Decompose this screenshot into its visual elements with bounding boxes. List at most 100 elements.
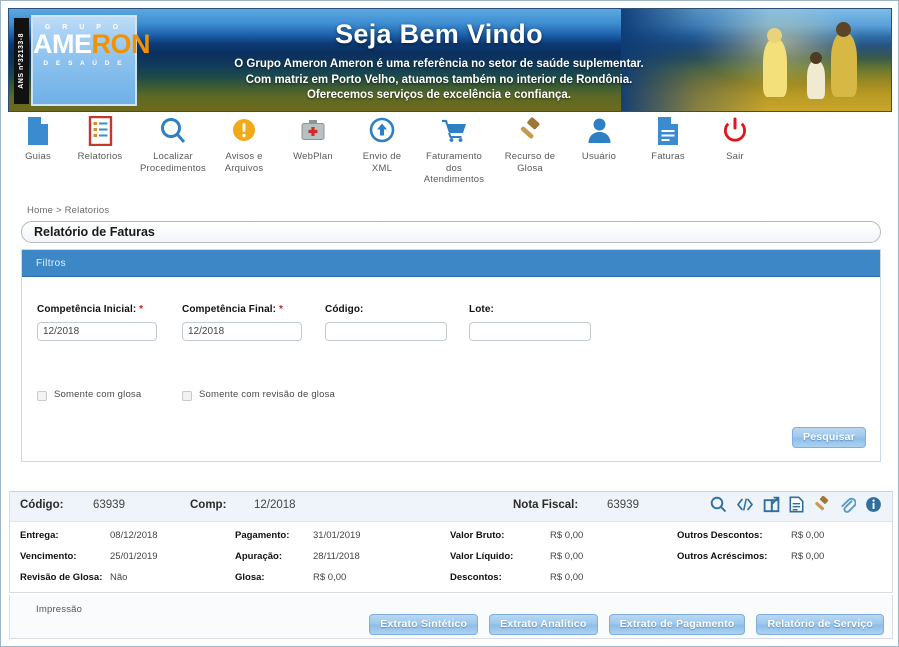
nav-label-faturamento-atendimentos: Faturamento dos Atendimentos (423, 151, 485, 185)
valor-bruto-label: Valor Bruto: (450, 530, 505, 541)
breadcrumb-home-link[interactable]: Home (27, 205, 53, 216)
external-link-icon[interactable] (763, 496, 780, 513)
logo-main-text: AMERON (33, 29, 150, 59)
print-footer: Impressão Extrato Sintético Extrato Anal… (9, 595, 893, 639)
nav-item-guias[interactable]: Guias (9, 115, 67, 163)
pagamento-label: Pagamento: (235, 530, 290, 541)
gavel-icon[interactable] (813, 496, 830, 513)
checkbox-somente-com-revisao-de-glosa[interactable]: Somente com revisão de glosa (182, 389, 412, 401)
glosa-label: Glosa: (235, 572, 265, 583)
pagamento-value: 31/01/2019 (313, 530, 361, 541)
nav-item-sair[interactable]: Sair (703, 115, 767, 163)
document-lines-icon[interactable] (789, 496, 804, 513)
required-marker: * (278, 304, 283, 315)
search-icon (159, 115, 187, 147)
impressao-label: Impressão (36, 604, 83, 615)
banner-text-block: Seja Bem Vindo O Grupo Ameron Ameron é u… (169, 19, 709, 104)
breadcrumb-separator: > (56, 205, 62, 216)
nav-label-guias: Guias (25, 151, 51, 162)
filters-panel-body: Competência Inicial: * Competência Final… (22, 277, 880, 462)
nav-item-recurso-glosa[interactable]: Recurso de Glosa (495, 115, 565, 174)
nav-label-envio-xml: Envio de XML (362, 151, 402, 174)
main-navigation: Guias Relatorios Localizar Procedimentos… (9, 115, 891, 195)
nav-item-relatorios[interactable]: Relatorios (67, 115, 133, 163)
document-icon (26, 115, 50, 147)
nav-item-webplan[interactable]: WebPlan (275, 115, 351, 163)
nav-label-recurso-glosa: Recurso de Glosa (504, 151, 556, 174)
field-competencia-inicial: Competência Inicial: * (37, 304, 157, 341)
nav-item-usuario[interactable]: Usuário (565, 115, 633, 163)
checkbox-box[interactable] (37, 391, 47, 401)
nota-fiscal-label: Nota Fiscal: (513, 499, 579, 511)
nota-fiscal-value: 63939 (607, 499, 639, 511)
label-lote: Lote: (469, 304, 494, 315)
extrato-analitico-button[interactable]: Extrato Analítico (489, 614, 598, 635)
codigo-input[interactable] (325, 322, 447, 341)
invoice-icon (656, 115, 680, 147)
nav-label-webplan: WebPlan (293, 151, 333, 162)
ans-registration-text: ANS nº32133-8 (18, 33, 25, 89)
revisao-de-glosa-label: Revisão de Glosa: (20, 572, 103, 583)
relatorio-servico-button[interactable]: Relatório de Serviço (756, 614, 884, 635)
breadcrumb-current-link[interactable]: Relatorios (65, 205, 110, 216)
paperclip-icon[interactable] (839, 496, 856, 513)
banner-line-3: Oferecemos serviços de excelência e conf… (306, 89, 571, 101)
field-lote: Lote: (469, 304, 591, 341)
info-icon[interactable] (865, 496, 882, 513)
required-marker: * (139, 304, 144, 315)
logo-bottom-text: D E S A Ú D E (43, 60, 125, 67)
vencimento-label: Vencimento: (20, 551, 77, 562)
gavel-icon (516, 115, 544, 147)
search-icon[interactable] (710, 496, 727, 513)
filters-panel-header: Filtros (22, 250, 880, 277)
warning-icon (231, 115, 257, 147)
checkbox-box[interactable] (182, 391, 192, 401)
entrega-value: 08/12/2018 (110, 530, 158, 541)
application-window: ANS nº32133-8 G R U P O AMERON D E S A Ú… (0, 0, 899, 647)
banner-line-1: O Grupo Ameron Ameron é uma referência n… (234, 58, 644, 70)
checkbox-label-somente-com-glosa: Somente com glosa (54, 389, 142, 400)
nav-item-localizar-procedimentos[interactable]: Localizar Procedimentos (133, 115, 213, 174)
valor-liquido-label: Valor Líquido: (450, 551, 514, 562)
print-buttons-group: Extrato Sintético Extrato Analítico Extr… (369, 614, 884, 635)
field-competencia-final: Competência Final: * (182, 304, 302, 341)
codigo-label: Código: (20, 499, 64, 511)
extrato-sintetico-button[interactable]: Extrato Sintético (369, 614, 479, 635)
nav-item-faturas[interactable]: Faturas (633, 115, 703, 163)
power-off-icon (722, 115, 748, 147)
pesquisar-button[interactable]: Pesquisar (792, 427, 866, 448)
upload-arrow-icon (369, 115, 395, 147)
checkbox-somente-com-glosa[interactable]: Somente com glosa (37, 389, 142, 401)
lote-input[interactable] (469, 322, 591, 341)
shopping-cart-icon (440, 115, 468, 147)
competencia-final-input[interactable] (182, 322, 302, 341)
nav-item-avisos-arquivos[interactable]: Avisos e Arquivos (213, 115, 275, 174)
nav-item-envio-xml[interactable]: Envio de XML (351, 115, 413, 174)
invoice-result-header: Código: 63939 Comp: 12/2018 Nota Fiscal:… (10, 492, 892, 522)
company-logo[interactable]: G R U P O AMERON D E S A Ú D E (31, 15, 150, 106)
invoice-result-card: Código: 63939 Comp: 12/2018 Nota Fiscal:… (9, 491, 893, 593)
medical-kit-icon (299, 115, 327, 147)
nav-item-faturamento-atendimentos[interactable]: Faturamento dos Atendimentos (413, 115, 495, 186)
apuracao-value: 28/11/2018 (313, 551, 360, 562)
descontos-label: Descontos: (450, 572, 502, 583)
outros-acrescimos-label: Outros Acréscimos: (677, 551, 768, 562)
logo-white-part: AME (33, 29, 92, 59)
nav-label-sair: Sair (726, 151, 744, 162)
label-codigo: Código: (325, 304, 364, 315)
photo-figure-teen (763, 28, 787, 97)
comp-label: Comp: (190, 499, 227, 511)
header-banner: ANS nº32133-8 G R U P O AMERON D E S A Ú… (8, 8, 892, 112)
banner-line-2: Com matriz em Porto Velho, atuamos també… (245, 73, 633, 86)
code-brackets-icon[interactable] (736, 496, 754, 513)
outros-descontos-value: R$ 0,00 (791, 530, 825, 541)
list-report-icon (88, 115, 113, 147)
competencia-inicial-input[interactable] (37, 322, 157, 341)
invoice-result-body: Entrega: 08/12/2018 Vencimento: 25/01/20… (10, 522, 892, 593)
label-competencia-final: Competência Final: * (182, 304, 283, 315)
extrato-pagamento-button[interactable]: Extrato de Pagamento (608, 614, 746, 635)
photo-figure-child (807, 52, 825, 99)
apuracao-label: Apuração: (235, 551, 282, 562)
logo-orange-part: RON (91, 29, 151, 59)
photo-figure-adult (831, 22, 857, 97)
